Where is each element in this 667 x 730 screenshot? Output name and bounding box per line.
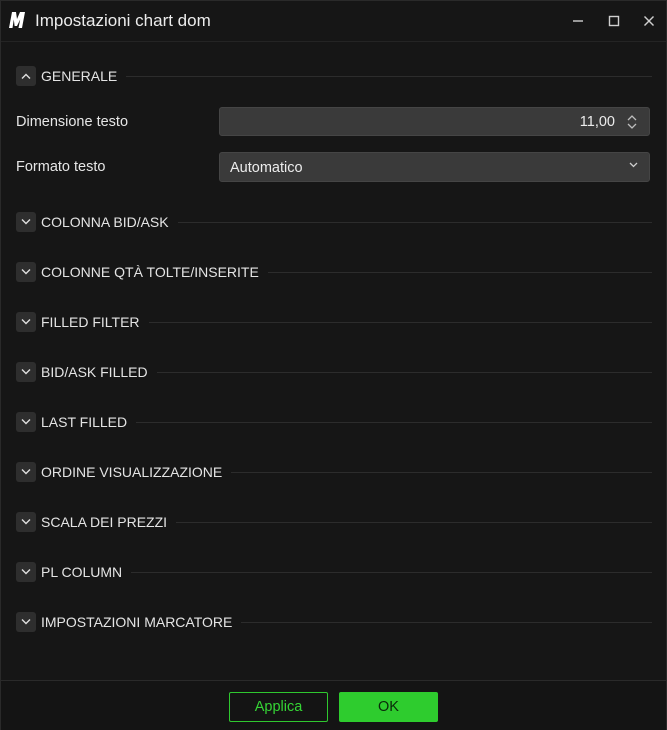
ok-button[interactable]: OK bbox=[339, 692, 438, 722]
close-icon bbox=[644, 16, 654, 26]
expand-toggle[interactable] bbox=[16, 612, 36, 632]
maximize-button[interactable] bbox=[601, 9, 627, 33]
chevron-down-icon bbox=[21, 619, 31, 625]
collapse-toggle[interactable] bbox=[16, 66, 36, 86]
minimize-icon bbox=[573, 20, 583, 22]
section-divider bbox=[148, 321, 652, 323]
section-label: GENERALE bbox=[41, 68, 118, 84]
section-divider bbox=[231, 471, 652, 473]
section-colonne-qta[interactable]: COLONNE QTÀ TOLTE/INSERITE bbox=[16, 262, 652, 282]
title-bar: Impostazioni chart dom bbox=[1, 1, 666, 42]
chevron-up-icon bbox=[21, 73, 31, 79]
section-divider bbox=[176, 521, 652, 523]
section-divider bbox=[267, 271, 652, 273]
stepper-arrows[interactable] bbox=[626, 112, 638, 132]
section-divider bbox=[126, 75, 652, 77]
expand-toggle[interactable] bbox=[16, 312, 36, 332]
text-format-select[interactable]: Automatico bbox=[219, 152, 650, 182]
section-label: SCALA DEI PREZZI bbox=[41, 514, 168, 530]
chevron-down-icon bbox=[21, 369, 31, 375]
text-format-label: Formato testo bbox=[16, 159, 106, 175]
section-bid-ask-filled[interactable]: BID/ASK FILLED bbox=[16, 362, 652, 382]
section-divider bbox=[177, 221, 652, 223]
chevron-down-icon bbox=[629, 162, 638, 168]
expand-toggle[interactable] bbox=[16, 262, 36, 282]
section-label: LAST FILLED bbox=[41, 414, 128, 430]
window-title: Impostazioni chart dom bbox=[35, 11, 211, 30]
section-scala-dei-prezzi[interactable]: SCALA DEI PREZZI bbox=[16, 512, 652, 532]
text-size-value: 11,00 bbox=[579, 114, 615, 130]
chevron-down-icon bbox=[21, 469, 31, 475]
minimize-button[interactable] bbox=[565, 9, 591, 33]
section-pl-column[interactable]: PL COLUMN bbox=[16, 562, 652, 582]
section-label: ORDINE VISUALIZZAZIONE bbox=[41, 464, 223, 480]
expand-toggle[interactable] bbox=[16, 512, 36, 532]
close-button[interactable] bbox=[636, 9, 662, 33]
expand-toggle[interactable] bbox=[16, 362, 36, 382]
section-label: FILLED FILTER bbox=[41, 314, 140, 330]
text-format-value: Automatico bbox=[230, 160, 303, 176]
section-label: COLONNA BID/ASK bbox=[41, 214, 169, 230]
m-logo-icon bbox=[7, 10, 27, 30]
chevron-down-icon bbox=[21, 219, 31, 225]
section-impostazioni-marcatore[interactable]: IMPOSTAZIONI MARCATORE bbox=[16, 612, 652, 632]
text-size-stepper[interactable]: 11,00 bbox=[219, 107, 650, 136]
settings-window: Impostazioni chart dom GENERALE Dimensio… bbox=[0, 0, 667, 730]
section-ordine-visualizzazione[interactable]: ORDINE VISUALIZZAZIONE bbox=[16, 462, 652, 482]
section-label: BID/ASK FILLED bbox=[41, 364, 148, 380]
text-size-label: Dimensione testo bbox=[16, 114, 129, 130]
section-divider bbox=[156, 371, 652, 373]
chevron-down-icon bbox=[21, 319, 31, 325]
up-down-chevrons-icon bbox=[627, 115, 637, 129]
dialog-footer: Applica OK bbox=[1, 680, 666, 730]
chevron-down-icon bbox=[21, 419, 31, 425]
section-generale[interactable]: GENERALE bbox=[16, 66, 652, 86]
expand-toggle[interactable] bbox=[16, 562, 36, 582]
expand-toggle[interactable] bbox=[16, 212, 36, 232]
section-divider bbox=[136, 421, 652, 423]
section-filled-filter[interactable]: FILLED FILTER bbox=[16, 312, 652, 332]
section-colonna-bid-ask[interactable]: COLONNA BID/ASK bbox=[16, 212, 652, 232]
section-last-filled[interactable]: LAST FILLED bbox=[16, 412, 652, 432]
section-divider bbox=[241, 621, 652, 623]
apply-button[interactable]: Applica bbox=[229, 692, 328, 722]
expand-toggle[interactable] bbox=[16, 462, 36, 482]
expand-toggle[interactable] bbox=[16, 412, 36, 432]
chevron-down-icon bbox=[21, 269, 31, 275]
section-divider bbox=[131, 571, 652, 573]
chevron-down-icon bbox=[21, 569, 31, 575]
section-label: COLONNE QTÀ TOLTE/INSERITE bbox=[41, 264, 259, 280]
section-label: PL COLUMN bbox=[41, 564, 123, 580]
section-label: IMPOSTAZIONI MARCATORE bbox=[41, 614, 233, 630]
chevron-down-icon bbox=[21, 519, 31, 525]
maximize-icon bbox=[608, 15, 620, 27]
